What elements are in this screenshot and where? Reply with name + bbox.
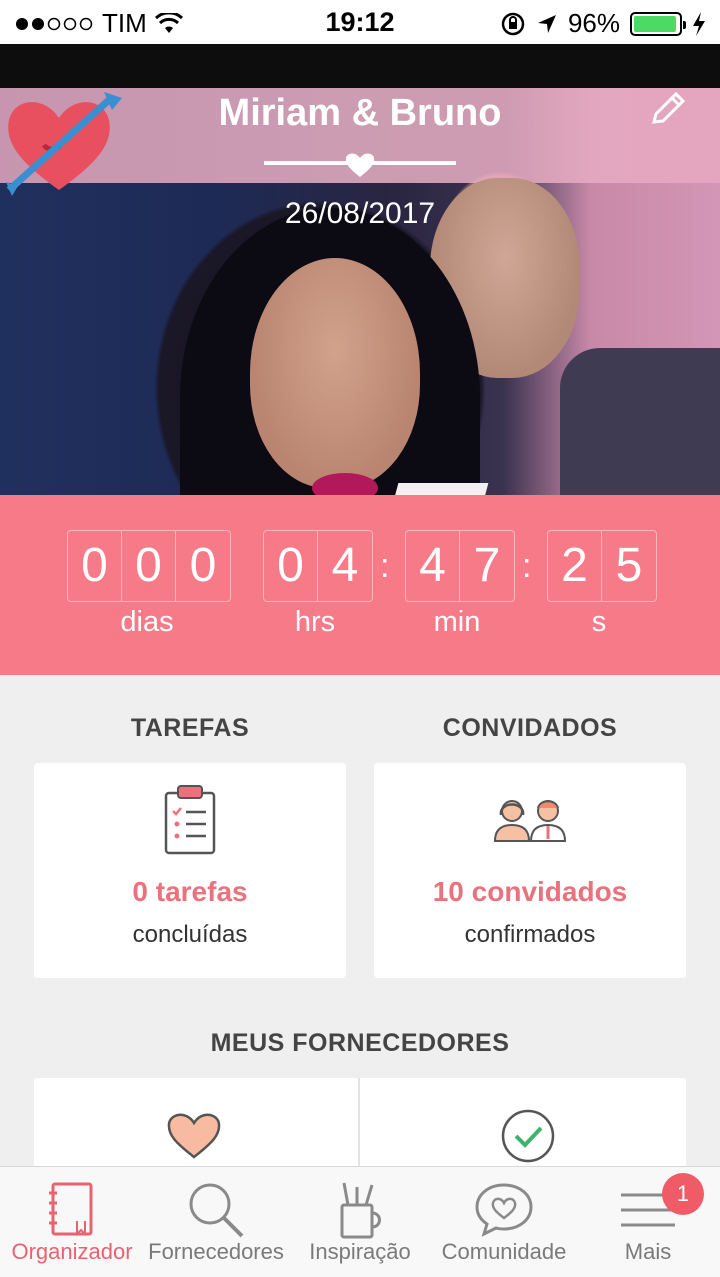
tab-label: Comunidade <box>441 1239 567 1264</box>
days-label: dias <box>120 606 174 638</box>
tasks-subtitle: concluídas <box>132 921 248 948</box>
couple-names: Miriam & Bruno <box>218 92 502 134</box>
vendors-card[interactable] <box>34 1078 686 1178</box>
guests-subtitle: confirmados <box>464 921 596 948</box>
tab-fornecedores[interactable]: Fornecedores <box>144 1167 288 1277</box>
seconds-counter: 2 5 <box>547 530 657 602</box>
minutes-label: min <box>433 606 481 638</box>
countdown-panel: 0 0 0 0 4 : 4 7 : 2 5 dias hrs min s <box>0 495 720 675</box>
tab-comunidade[interactable]: Comunidade <box>432 1167 576 1277</box>
tab-label: Mais <box>624 1239 672 1264</box>
wedding-date: 26/08/2017 <box>284 197 436 230</box>
header-band <box>0 44 720 88</box>
edit-pencil-icon[interactable] <box>646 88 690 128</box>
tab-label: Organizador <box>11 1239 133 1264</box>
heart-outline-icon <box>167 1113 221 1159</box>
battery-percent: 96% <box>567 8 620 38</box>
guests-card[interactable]: 10 convidados confirmados <box>374 763 686 978</box>
charging-bolt-icon <box>693 11 705 36</box>
tab-label: Inspiração <box>309 1239 411 1264</box>
tab-inspiracao[interactable]: Inspiração <box>288 1167 432 1277</box>
couple-guests-icon <box>493 800 567 842</box>
tab-label: Fornecedores <box>148 1239 284 1264</box>
seconds-digit: 2 <box>548 531 602 601</box>
minutes-digit: 7 <box>473 539 501 592</box>
days-counter: 0 0 0 <box>67 530 231 602</box>
location-arrow-icon <box>537 14 556 33</box>
hours-counter: 0 4 <box>263 530 373 602</box>
days-digit: 0 <box>68 531 122 601</box>
chat-heart-icon <box>475 1183 533 1237</box>
time-separator: : <box>522 547 532 585</box>
hours-label: hrs <box>294 606 336 638</box>
hours-digit: 0 <box>264 531 318 601</box>
notification-badge: 1 <box>662 1173 704 1215</box>
battery-icon <box>630 11 686 36</box>
tasks-count: 0 tarefas <box>132 876 248 907</box>
clipboard-checklist-icon <box>164 785 216 855</box>
status-bar: TIM 19:12 96% <box>0 0 720 44</box>
tools-cup-icon <box>340 1182 381 1239</box>
guests-title: CONVIDADOS <box>442 714 618 742</box>
hours-digit: 4 <box>331 539 359 592</box>
seconds-label: s <box>591 606 607 638</box>
rotation-lock-icon <box>501 12 525 35</box>
names-divider <box>264 150 456 178</box>
notebook-icon <box>49 1182 93 1237</box>
days-digit: 0 <box>122 531 176 601</box>
tab-organizador[interactable]: Organizador <box>0 1167 144 1277</box>
tasks-title: TAREFAS <box>130 714 250 742</box>
time-separator: : <box>380 547 390 585</box>
tab-bar: Organizador Fornecedores Inspiração Comu… <box>0 1166 720 1277</box>
minutes-counter: 4 7 <box>405 530 515 602</box>
days-digit: 0 <box>189 539 217 592</box>
seconds-digit: 5 <box>615 539 643 592</box>
tasks-card[interactable]: 0 tarefas concluídas <box>34 763 346 978</box>
minutes-digit: 4 <box>406 531 460 601</box>
vendors-title: MEUS FORNECEDORES <box>210 1029 510 1057</box>
search-icon <box>189 1183 244 1238</box>
check-circle-icon <box>501 1109 555 1163</box>
guests-count: 10 convidados <box>432 876 628 907</box>
